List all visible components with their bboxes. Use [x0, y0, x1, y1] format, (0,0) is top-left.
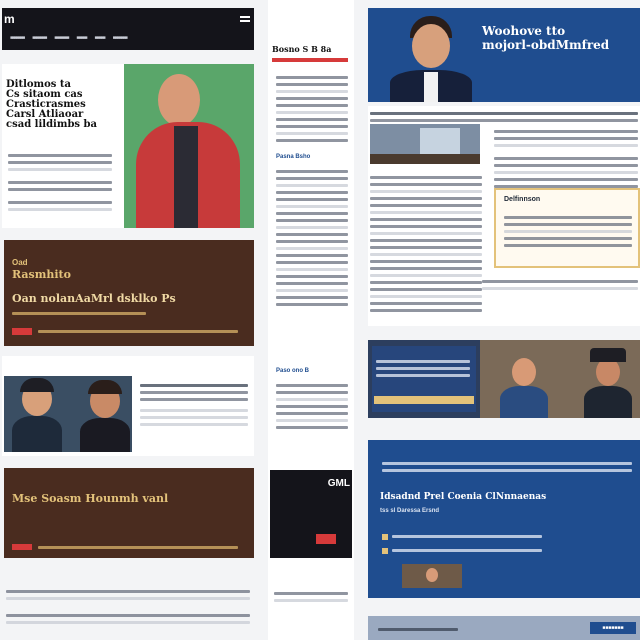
photo-floor [370, 154, 480, 164]
left-column: m ■■■■■■■ ■■■■■■■ ■■■■■■■ ■■■■■ ■■■■■ ■■… [0, 0, 258, 640]
middle-text-2 [276, 166, 348, 310]
people-photo[interactable] [480, 340, 640, 418]
person-suit [80, 418, 130, 452]
promo-block-2[interactable]: Mse Soasm Hounmh vanl [4, 468, 254, 558]
right-footer: ■■■■■■■ [368, 616, 640, 640]
nav-link[interactable]: ■■■■■■■ [113, 35, 128, 41]
middle-subheading[interactable]: Paso ono B [276, 368, 309, 374]
callout-box[interactable]: Delfinnson [494, 188, 640, 268]
person-head [596, 358, 620, 386]
person-head [158, 74, 200, 126]
banner-label: GML [327, 478, 350, 489]
callout-title: Delfinnson [504, 196, 541, 203]
middle-column: Bosno S B 8a Pasna Bsho Paso ono B GML [268, 0, 354, 640]
middle-text-1 [276, 72, 348, 146]
right-hero-title[interactable]: Woohove tto mojorl-obdMmfred [482, 24, 638, 52]
article-photo[interactable] [370, 124, 480, 164]
promo-meta [38, 326, 238, 337]
card-top-text [382, 458, 632, 476]
nav-link[interactable]: ■■■■■ [76, 35, 87, 41]
middle-headline[interactable]: Bosno S B 8a [272, 44, 331, 54]
person-hat [590, 348, 626, 362]
callout-text [504, 212, 632, 251]
nav-links: ■■■■■■■ ■■■■■■■ ■■■■■■■ ■■■■■ ■■■■■ ■■■■… [10, 35, 128, 41]
person-hair [88, 380, 122, 394]
bullet-icon [382, 533, 388, 540]
promo-red-button[interactable] [12, 544, 32, 550]
footer-button[interactable]: ■■■■■■■ [590, 622, 636, 634]
article-photo[interactable] [4, 376, 132, 452]
card-title[interactable]: Idsadnd Prel Coenia ClNnnaenas [380, 492, 546, 502]
nav-link[interactable]: ■■■■■■■ [32, 35, 47, 41]
promo-title[interactable]: Rasmhito [12, 268, 71, 281]
thumb-caption-bar [374, 396, 474, 404]
promo-title[interactable]: Mse Soasm Hounmh vanl [12, 492, 168, 505]
image-strip[interactable] [368, 340, 640, 418]
nav-link[interactable]: ■■■■■■■ [10, 35, 25, 41]
left-footer [6, 586, 250, 628]
middle-red-rule [272, 58, 348, 62]
right-hero-banner[interactable]: Woohove tto mojorl-obdMmfred [368, 8, 640, 102]
person-head [412, 24, 450, 68]
menu-icon[interactable] [240, 16, 250, 22]
right-column: Woohove tto mojorl-obdMmfred Delfinnson … [366, 0, 640, 640]
footer-text [378, 624, 458, 635]
page: m ■■■■■■■ ■■■■■■■ ■■■■■■■ ■■■■■ ■■■■■ ■■… [0, 0, 640, 640]
thumb-text [376, 356, 470, 381]
site-logo[interactable]: m [4, 12, 15, 26]
navy-info-card[interactable]: Idsadnd Prel Coenia ClNnnaenas tss sl Da… [368, 440, 640, 598]
card-thumbnail[interactable] [402, 564, 462, 588]
person-body [584, 386, 632, 418]
top-nav-bar: m ■■■■■■■ ■■■■■■■ ■■■■■■■ ■■■■■ ■■■■■ ■■… [2, 8, 254, 50]
promo-red-button[interactable] [12, 328, 32, 335]
promo-subtitle[interactable]: Oan nolanAaMrl dsklko Ps [12, 292, 176, 305]
article-text [140, 380, 248, 430]
person-head [426, 568, 438, 582]
right-hero-photo[interactable] [386, 12, 476, 102]
article-two-people[interactable] [2, 356, 254, 456]
promo-block-1[interactable]: Oad Rasmhito Oan nolanAaMrl dsklko Ps [4, 240, 254, 346]
middle-text-3 [276, 380, 348, 433]
hero-summary [8, 150, 112, 215]
person-shirt [174, 126, 198, 228]
article-body-text [370, 172, 482, 316]
middle-footer [274, 588, 348, 606]
person-shirt [424, 72, 438, 102]
hero-photo[interactable] [124, 64, 254, 228]
article-bottom-rule [482, 276, 638, 294]
promo-underline [12, 308, 146, 319]
video-thumb[interactable] [372, 346, 476, 412]
nav-link[interactable]: ■■■■■■■ [54, 35, 69, 41]
article-side-text [494, 126, 638, 192]
promo-meta [38, 542, 238, 553]
person-suit [12, 416, 62, 452]
nav-link[interactable]: ■■■■■ [95, 35, 106, 41]
card-subtitle: tss sl Daressa Ersnd [380, 508, 440, 514]
photo-window [420, 128, 460, 154]
card-bullets [382, 528, 542, 559]
right-article[interactable]: Delfinnson [368, 106, 640, 326]
hero-headline[interactable]: Ditlomos ta Cs sitaom cas Crasticrasmes … [6, 80, 122, 130]
person-body [500, 386, 548, 418]
person-hair [20, 378, 54, 392]
middle-subheading[interactable]: Pasna Bsho [276, 154, 310, 160]
hero-article[interactable]: Ditlomos ta Cs sitaom cas Crasticrasmes … [2, 64, 254, 228]
bullet-icon [382, 547, 388, 554]
person-head [512, 358, 536, 386]
promo-kicker: Oad [12, 258, 28, 267]
banner-red-button[interactable] [316, 534, 336, 544]
middle-dark-banner[interactable]: GML [270, 470, 352, 558]
